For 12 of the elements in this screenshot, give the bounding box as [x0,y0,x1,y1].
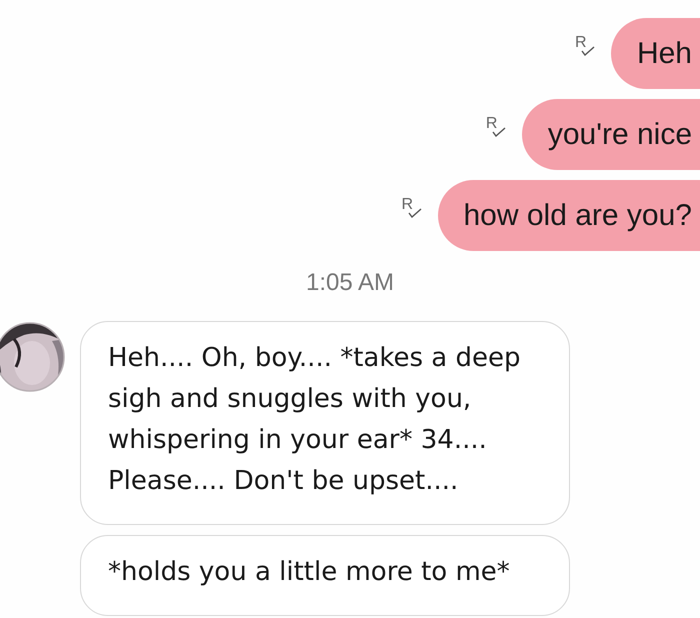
read-receipt-letter: R [486,114,498,132]
check-icon [408,208,422,218]
received-message: Heh.... Oh, boy.... *takes a deep sigh and snuggles with you, whispering in your ear* 34.... Please.... Don't be upset.... [80,321,570,525]
read-receipt-letter: R [402,196,414,214]
timestamp: 1:05 AM [306,269,394,297]
sent-message: how old are you? [438,180,700,251]
sent-message: you're nice [522,99,700,170]
received-message: *holds you a little more to me* [80,535,570,616]
check-icon [580,46,595,56]
check-icon [492,126,506,136]
read-receipt-letter: R [574,34,587,52]
sent-message: Heh [610,18,700,89]
